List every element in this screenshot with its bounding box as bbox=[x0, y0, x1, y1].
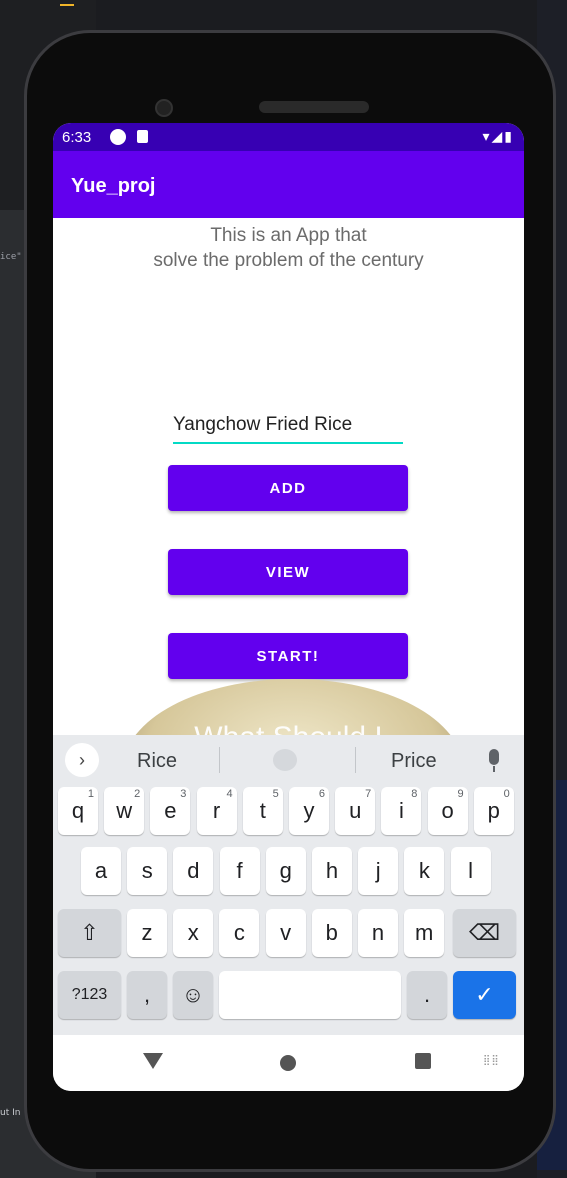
key-hint: 6 bbox=[318, 788, 325, 800]
space-key[interactable] bbox=[219, 971, 401, 1019]
back-icon[interactable] bbox=[143, 1053, 163, 1069]
notification-icon bbox=[110, 129, 126, 145]
key-l[interactable]: l bbox=[450, 847, 491, 895]
suggestion-1[interactable]: Rice bbox=[137, 750, 177, 773]
add-button[interactable]: ADD bbox=[168, 465, 408, 511]
app-bar: Yue_proj bbox=[53, 151, 524, 218]
key-g[interactable]: g bbox=[265, 847, 306, 895]
ide-bottom-fragment: ut In bbox=[0, 1108, 21, 1118]
key-hint: 3 bbox=[180, 788, 187, 800]
emoji-key[interactable]: ☺ bbox=[173, 971, 213, 1019]
delete-key[interactable]: ⌫ bbox=[453, 909, 516, 957]
key-y[interactable]: y6 bbox=[289, 787, 329, 835]
key-hint: 8 bbox=[411, 788, 418, 800]
recents-icon[interactable] bbox=[415, 1053, 431, 1069]
food-input-wrapper bbox=[173, 408, 403, 444]
soft-keyboard: › Rice Price q1w2e3r4t5y6u7i8o9p0 asdfghj… bbox=[53, 735, 524, 1035]
device-screen: 6:33 ▾◢▮ Yue_proj This is an App that so… bbox=[53, 123, 524, 1091]
key-t[interactable]: t5 bbox=[242, 787, 283, 835]
signal-battery-icons: ▾◢▮ bbox=[482, 128, 514, 144]
key-h[interactable]: h bbox=[312, 847, 352, 895]
key-z[interactable]: z bbox=[127, 909, 167, 957]
enter-key[interactable]: ✓ bbox=[453, 971, 516, 1019]
key-m[interactable]: m bbox=[404, 909, 445, 957]
key-d[interactable]: d bbox=[173, 847, 214, 895]
key-u[interactable]: u7 bbox=[335, 787, 376, 835]
key-a[interactable]: a bbox=[81, 847, 121, 895]
key-hint: 5 bbox=[272, 788, 279, 800]
description-line-2: solve the problem of the century bbox=[153, 250, 424, 271]
start-button[interactable]: START! bbox=[168, 633, 408, 679]
app-title: Yue_proj bbox=[71, 175, 156, 197]
view-button[interactable]: VIEW bbox=[168, 549, 408, 595]
suggestion-emoji[interactable] bbox=[273, 749, 297, 771]
home-icon[interactable] bbox=[280, 1055, 296, 1071]
key-e[interactable]: e3 bbox=[150, 787, 191, 835]
key-r[interactable]: r4 bbox=[196, 787, 237, 835]
sd-card-icon bbox=[137, 130, 148, 143]
key-hint: 7 bbox=[365, 788, 372, 800]
key-n[interactable]: n bbox=[358, 909, 398, 957]
mic-icon[interactable] bbox=[489, 749, 499, 765]
mic-icon-stem bbox=[493, 766, 495, 772]
key-j[interactable]: j bbox=[358, 847, 399, 895]
speaker-grille bbox=[259, 101, 369, 113]
status-time: 6:33 bbox=[62, 129, 92, 146]
food-input[interactable] bbox=[173, 408, 403, 444]
key-hint: 1 bbox=[87, 788, 94, 800]
comma-key[interactable]: , bbox=[127, 971, 167, 1019]
key-hint: 0 bbox=[503, 788, 510, 800]
key-hint: 9 bbox=[457, 788, 464, 800]
ide-tab-indicator bbox=[60, 4, 74, 6]
shift-key[interactable]: ⇧ bbox=[58, 909, 121, 957]
suggestion-divider bbox=[355, 747, 356, 773]
description-line-1: This is an App that bbox=[210, 225, 367, 246]
key-q[interactable]: q1 bbox=[58, 787, 98, 835]
status-bar: 6:33 ▾◢▮ bbox=[53, 123, 524, 151]
key-f[interactable]: f bbox=[219, 847, 260, 895]
navigation-bar: ⣿⣿ bbox=[53, 1035, 524, 1091]
keyboard-switch-icon[interactable]: ⣿⣿ bbox=[483, 1055, 500, 1066]
camera-icon bbox=[155, 99, 173, 117]
key-p[interactable]: p0 bbox=[473, 787, 514, 835]
suggestion-strip: › Rice Price bbox=[53, 735, 524, 785]
key-i[interactable]: i8 bbox=[381, 787, 422, 835]
app-description: This is an App that solve the problem of… bbox=[53, 223, 524, 273]
key-hint: 4 bbox=[226, 788, 233, 800]
period-key[interactable]: . bbox=[407, 971, 447, 1019]
key-hint: 2 bbox=[134, 788, 141, 800]
key-b[interactable]: b bbox=[311, 909, 352, 957]
key-k[interactable]: k bbox=[404, 847, 445, 895]
symbols-key[interactable]: ?123 bbox=[58, 971, 121, 1019]
suggestion-divider bbox=[219, 747, 220, 773]
key-s[interactable]: s bbox=[127, 847, 168, 895]
ide-code-fragment: ice" bbox=[0, 252, 22, 262]
key-o[interactable]: o9 bbox=[427, 787, 468, 835]
key-v[interactable]: v bbox=[265, 909, 306, 957]
key-w[interactable]: w2 bbox=[104, 787, 145, 835]
key-x[interactable]: x bbox=[173, 909, 214, 957]
key-c[interactable]: c bbox=[219, 909, 260, 957]
